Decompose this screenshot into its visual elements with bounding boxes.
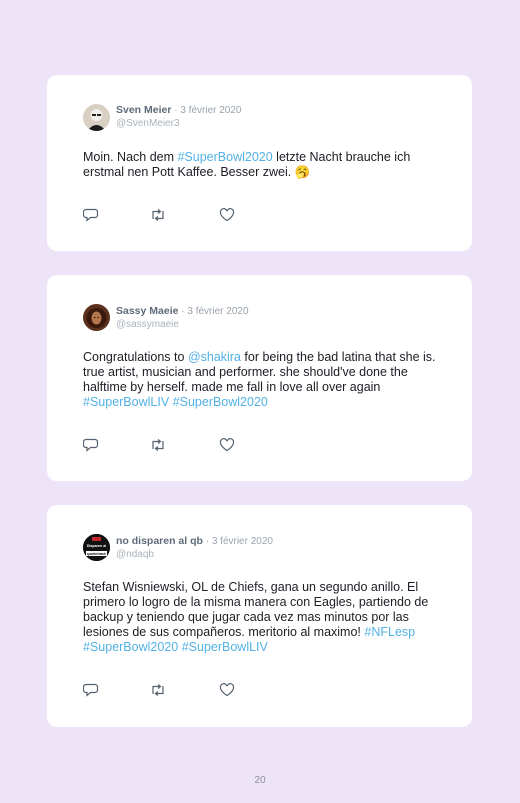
avatar[interactable] <box>83 304 110 331</box>
hashtag-link[interactable]: #SuperBowlLIV <box>182 640 268 654</box>
hashtag-link[interactable]: #SuperBowl2020 <box>173 395 268 409</box>
retweet-icon[interactable] <box>150 683 166 697</box>
tweet-header: Sassy Maeie · 3 février 2020 @sassymaeie <box>116 305 249 331</box>
avatar[interactable]: Disparen al quarterback <box>83 534 110 561</box>
hashtag-link[interactable]: #SuperBowl2020 <box>177 150 272 164</box>
tweet-date: · 3 février 2020 <box>181 306 249 317</box>
tweet-text-segment: Congratulations to <box>83 350 188 364</box>
tweet-header: Sven Meier · 3 février 2020 @SvenMeier3 <box>116 104 242 130</box>
author-handle[interactable]: @ndaqb <box>116 548 273 561</box>
avatar[interactable] <box>83 104 110 131</box>
hashtag-link[interactable]: #SuperBowlLIV <box>83 395 169 409</box>
tweet-text: Moin. Nach dem #SuperBowl2020 letzte Nac… <box>83 150 443 180</box>
retweet-icon[interactable] <box>150 438 166 452</box>
tweet-actions <box>83 208 243 222</box>
svg-text:quarterback: quarterback <box>87 552 107 556</box>
tweet-text-segment: Moin. Nach dem <box>83 150 178 164</box>
tweet-card: Sassy Maeie · 3 février 2020 @sassymaeie… <box>47 275 472 481</box>
tweet-text: Congratulations to @shakira for being th… <box>83 350 443 410</box>
hashtag-link[interactable]: #NFLesp <box>364 625 415 639</box>
reply-icon[interactable] <box>83 683 99 697</box>
tweet-card: Sven Meier · 3 février 2020 @SvenMeier3 … <box>47 75 472 251</box>
page-number: 20 <box>254 775 266 786</box>
tweet-date: · 3 février 2020 <box>174 105 242 116</box>
tweet-card: Disparen al quarterback no disparen al q… <box>47 505 472 727</box>
reply-icon[interactable] <box>83 208 99 222</box>
retweet-icon[interactable] <box>150 208 166 222</box>
author-handle[interactable]: @sassymaeie <box>116 318 249 331</box>
like-icon[interactable] <box>219 683 235 697</box>
avatar-logo-text: Disparen al <box>87 544 106 548</box>
author-name[interactable]: Sassy Maeie <box>116 305 178 317</box>
tweet-date: · 3 février 2020 <box>205 536 273 547</box>
reply-icon[interactable] <box>83 438 99 452</box>
like-icon[interactable] <box>219 438 235 452</box>
like-icon[interactable] <box>219 208 235 222</box>
tweet-header: no disparen al qb · 3 février 2020 @ndaq… <box>116 535 273 561</box>
author-handle[interactable]: @SvenMeier3 <box>116 117 242 130</box>
tweet-actions <box>83 438 243 452</box>
author-name[interactable]: Sven Meier <box>116 104 171 116</box>
tweet-actions <box>83 683 243 697</box>
mention-link[interactable]: @shakira <box>188 350 241 364</box>
hashtag-link[interactable]: #SuperBowl2020 <box>83 640 178 654</box>
author-name[interactable]: no disparen al qb <box>116 535 203 547</box>
tweet-text: Stefan Wisniewski, OL de Chiefs, gana un… <box>83 580 443 655</box>
